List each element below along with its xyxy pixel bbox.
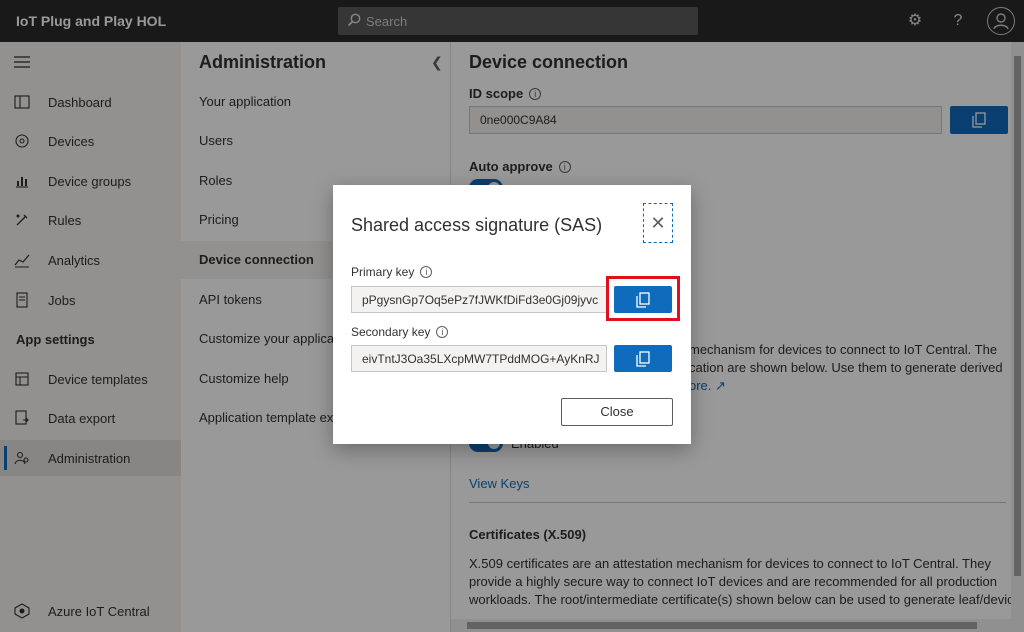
secondary-key-label: Secondary key i [351, 325, 449, 339]
primary-key-label-text: Primary key [351, 265, 415, 279]
info-icon[interactable]: i [420, 266, 433, 278]
close-button[interactable]: Close [561, 398, 673, 426]
dialog-title: Shared access signature (SAS) [351, 215, 603, 235]
secondary-key-label-text: Secondary key [351, 325, 431, 339]
primary-key-label: Primary key i [351, 265, 433, 279]
info-icon[interactable]: i [436, 326, 449, 338]
secondary-key-field[interactable]: eivTntJ3Oa35LXcpMW7TPddMOG+AyKnRJ [351, 345, 607, 372]
copy-secondary-key-button[interactable] [614, 345, 672, 372]
sas-dialog: Shared access signature (SAS) ✕ Primary … [333, 185, 691, 444]
copy-icon [636, 351, 650, 367]
highlight-box [606, 276, 680, 321]
primary-key-field[interactable]: pPgysnGp7Oq5ePz7fJWKfDiFd3e0Gj09jyvc [351, 286, 607, 313]
close-icon[interactable]: ✕ [643, 203, 673, 243]
